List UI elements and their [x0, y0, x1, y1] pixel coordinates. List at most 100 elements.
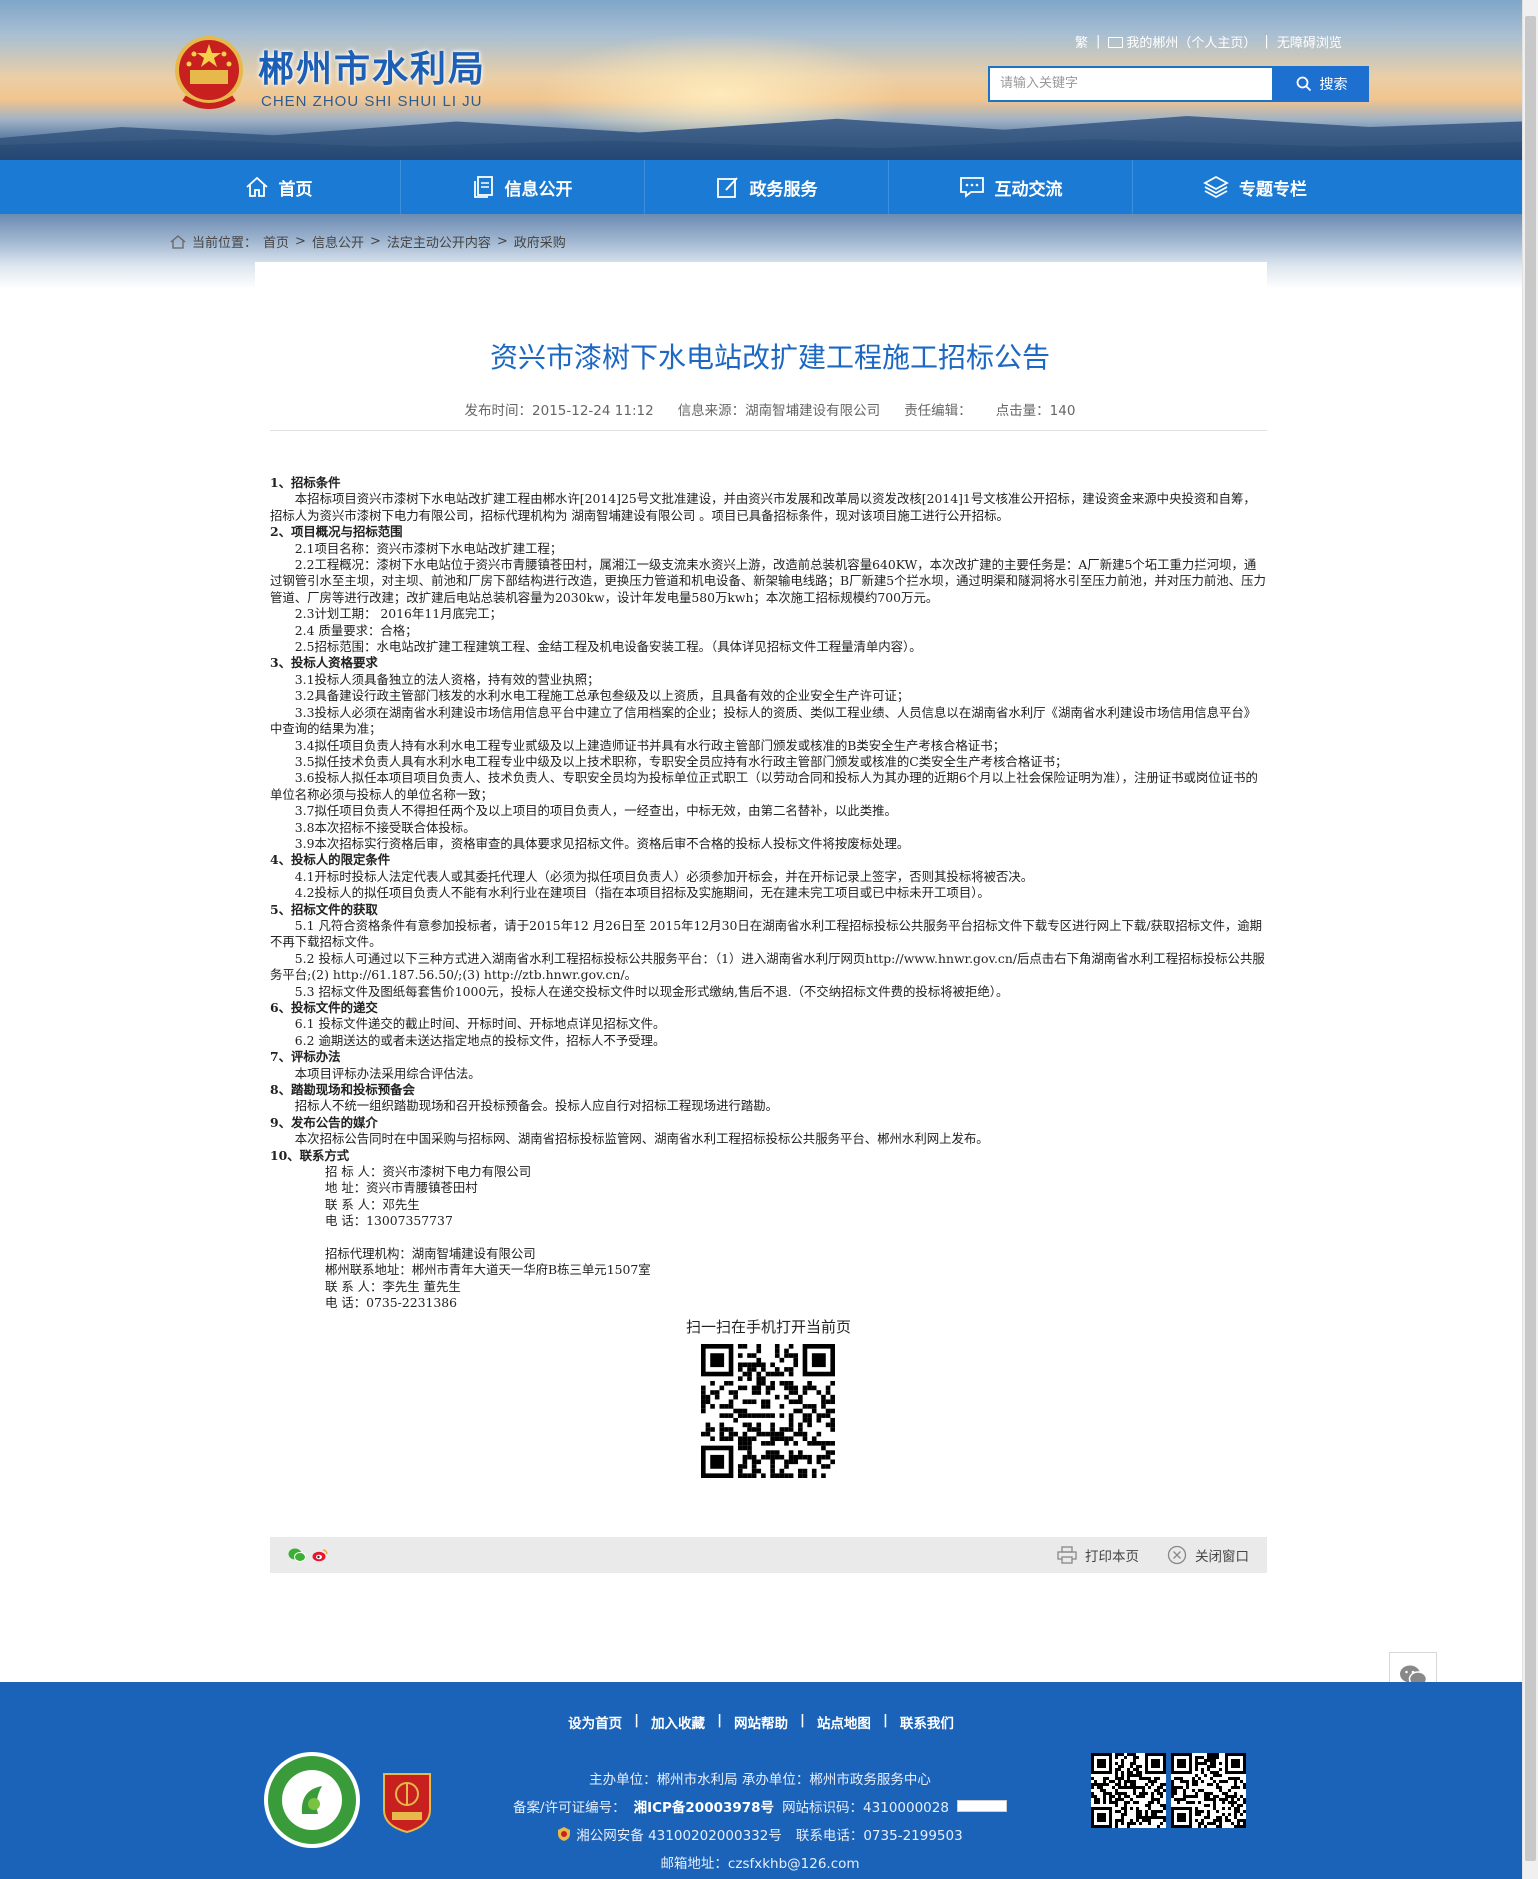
section-heading: 8、踏勘现场和投标预备会	[270, 1082, 415, 1098]
section-heading: 10、联系方式	[270, 1147, 350, 1163]
traditional-chinese-link[interactable]: 繁	[1075, 32, 1088, 51]
contact-line: 招 标 人：资兴市漆树下电力有限公司	[325, 1164, 532, 1180]
nav-item-gov-service[interactable]: 政务服务	[645, 160, 889, 214]
section-heading: 9、发布公告的媒介	[270, 1114, 378, 1130]
paragraph: 5.3 招标文件及图纸每套售价1000元，投标人在递交投标文件时以现金形式缴纳,…	[294, 983, 1009, 999]
separator: |	[1264, 34, 1269, 49]
site-code-badge-icon	[956, 1800, 1007, 1812]
footer-link-help[interactable]: 网站帮助	[734, 1712, 788, 1732]
close-window-button[interactable]: 关闭窗口	[1167, 1545, 1249, 1565]
section-heading: 4、投标人的限定条件	[270, 852, 391, 868]
nav-item-info-disclosure[interactable]: 信息公开	[401, 160, 645, 214]
paragraph: 3.5拟任技术负责人具有水利水电工程专业中级及以上技术职称，专职安全员应持有水行…	[294, 753, 1068, 769]
wechat-icon[interactable]	[288, 1547, 306, 1563]
police-record[interactable]: 湘公网安备 43100202000332号	[576, 1824, 782, 1844]
icp-label: 备案/许可证编号：	[513, 1800, 626, 1816]
section-heading: 6、投标文件的递交	[270, 1000, 378, 1015]
nav-item-label: 信息公开	[504, 179, 573, 200]
scrollbar[interactable]	[1522, 0, 1538, 1879]
my-chenzhou-label: 我的郴州（个人主页）	[1126, 36, 1257, 51]
search-icon	[1296, 76, 1311, 92]
footer-link-set-homepage[interactable]: 设为首页	[568, 1712, 622, 1732]
divider	[270, 430, 1267, 431]
breadcrumb-separator: >	[369, 234, 381, 249]
section-heading: 5、招标文件的获取	[270, 901, 378, 917]
separator: |	[1096, 34, 1101, 49]
nav-item-label: 政务服务	[749, 179, 818, 200]
nav-item-special-topics[interactable]: 专题专栏	[1133, 160, 1377, 214]
share-actions: 打印本页 关闭窗口	[1057, 1545, 1249, 1565]
section-heading: 3、投标人资格要求	[270, 655, 378, 671]
paragraph: 3.9本次招标实行资格后审，资格审查的具体要求见招标文件。资格后审不合格的投标人…	[294, 835, 910, 851]
paragraph: 本招标项目资兴市漆树下水电站改扩建工程由郴水许[2014]25号文批准建设，并由…	[270, 491, 1256, 523]
search-input[interactable]: 请输入关键字	[988, 66, 1274, 102]
footer-police-row: 湘公网安备 43100202000332号 联系电话：0735-2199503	[430, 1824, 1090, 1844]
close-label: 关闭窗口	[1195, 1549, 1249, 1565]
chat-icon	[959, 177, 984, 198]
accessible-browse-link[interactable]: 无障碍浏览	[1277, 32, 1342, 51]
scrollbar-thumb[interactable]	[1525, 16, 1536, 1861]
paragraph: 5.1 凡符合资格条件有意参加投标者，请于2015年12 月26日至 2015年…	[270, 917, 1263, 950]
nav-item-home[interactable]: 首页	[157, 160, 401, 214]
close-icon	[1167, 1545, 1187, 1565]
contact-line: 郴州联系地址：郴州市青年大道天一华府B栋三单元1507室	[325, 1262, 651, 1278]
paragraph: 2.5招标范围：水电站改扩建工程建筑工程、金结工程及机电设备安装工程。（具体详见…	[294, 639, 922, 655]
nav-item-label: 互动交流	[994, 179, 1063, 200]
footer-link-contact[interactable]: 联系我们	[900, 1712, 954, 1732]
site-code: 网站标识码：4310000028	[782, 1800, 949, 1816]
paragraph: 3.1投标人须具备独立的法人资格，持有效的营业执照；	[294, 671, 600, 687]
contact-line: 招标代理机构：湖南智埔建设有限公司	[325, 1246, 536, 1262]
paragraph: 2.2工程概况：漆树下水电站位于资兴市青腰镇苍田村，属湘江一级支流耒水资兴上游，…	[270, 557, 1266, 605]
paragraph: 5.2 投标人可通过以下三种方式进入湖南省水利工程招标投标公共服务平台：（1）进…	[270, 950, 1265, 983]
top-links: 繁 | 我的郴州（个人主页） | 无障碍浏览	[1075, 32, 1342, 51]
breadcrumb-separator: >	[496, 234, 508, 249]
paragraph: 本项目评标办法采用综合评估法。	[294, 1065, 481, 1081]
contact-line: 联 系 人：邓先生	[325, 1196, 420, 1212]
paragraph: 6.1 投标文件递交的截止时间、开标时间、开标地点详见招标文件。	[294, 1016, 666, 1032]
share-bar: 打印本页 关闭窗口	[270, 1537, 1267, 1573]
paragraph: 3.3投标人必须在湖南省水利建设市场信用信息平台中建立了信用档案的企业；投标人的…	[270, 704, 1257, 737]
contact-phone: 联系电话：0735-2199503	[795, 1828, 963, 1844]
page-qr-code	[701, 1344, 835, 1478]
search-button[interactable]: 搜索	[1274, 66, 1369, 102]
breadcrumb-prefix: 当前位置：	[192, 236, 258, 251]
article-body: 1、招标条件 本招标项目资兴市漆树下水电站改扩建工程由郴水许[2014]25号文批…	[270, 475, 1267, 1312]
article-meta: 发布时间：2015-12-24 11:12 信息来源：湖南智埔建设有限公司 责任…	[270, 399, 1270, 419]
breadcrumb-separator: >	[295, 234, 306, 249]
national-emblem-icon	[175, 36, 243, 109]
paragraph: 本次招标公告同时在中国采购与招标网、湖南省招标投标监管网、湖南省水利工程招标投标…	[294, 1131, 989, 1147]
icp-number[interactable]: 湘ICP备20003978号	[634, 1796, 774, 1816]
click-count: 点击量：140	[995, 403, 1076, 419]
breadcrumb: 当前位置： 首页 > 信息公开 > 法定主动公开内容 > 政府采购	[170, 232, 566, 251]
section-heading: 2、项目概况与招标范围	[270, 524, 403, 540]
paragraph: 3.4拟任项目负责人持有水利水电工程专业贰级及以上建造师证书并具有水行政主管部门…	[294, 737, 1006, 753]
separator: |	[882, 1712, 888, 1728]
paragraph: 3.8本次招标不接受联合体投标。	[294, 819, 476, 835]
breadcrumb-item-procurement[interactable]: 政府采购	[514, 232, 566, 251]
site-title: 郴州市水利局	[258, 49, 487, 90]
nav-item-label: 专题专栏	[1239, 179, 1307, 200]
footer-link-add-favorite[interactable]: 加入收藏	[651, 1712, 705, 1732]
nav-item-interaction[interactable]: 互动交流	[889, 160, 1133, 214]
my-chenzhou-link[interactable]: 我的郴州（个人主页）	[1108, 32, 1256, 51]
footer-link-sitemap[interactable]: 站点地图	[817, 1712, 871, 1732]
section-heading: 7、评标办法	[270, 1049, 341, 1065]
layers-icon	[1203, 175, 1229, 199]
weibo-icon[interactable]	[312, 1548, 328, 1562]
footer-icp-row: 备案/许可证编号： 湘ICP备20003978号 网站标识码：431000002…	[430, 1796, 1090, 1816]
share-icons	[288, 1547, 328, 1563]
home-icon	[170, 234, 186, 249]
print-button[interactable]: 打印本页	[1057, 1545, 1139, 1565]
police-badge-icon	[558, 1827, 571, 1841]
paragraph: 2.4 质量要求：合格；	[294, 622, 418, 638]
paragraph: 4.1开标时投标人法定代表人或其委托代理人（必须为拟任项目负责人）必须参加开标会…	[294, 868, 1034, 884]
paragraph: 2.1项目名称：资兴市漆树下水电站改扩建工程；	[294, 540, 563, 556]
breadcrumb-item-info[interactable]: 信息公开	[312, 232, 364, 251]
party-gov-badge	[383, 1773, 431, 1834]
contact-line: 联 系 人：李先生 董先生	[325, 1278, 461, 1294]
breadcrumb-item-home[interactable]: 首页	[263, 232, 289, 251]
monitor-icon	[1108, 37, 1124, 48]
separator: |	[717, 1712, 722, 1728]
breadcrumb-item-statutory[interactable]: 法定主动公开内容	[387, 232, 491, 251]
